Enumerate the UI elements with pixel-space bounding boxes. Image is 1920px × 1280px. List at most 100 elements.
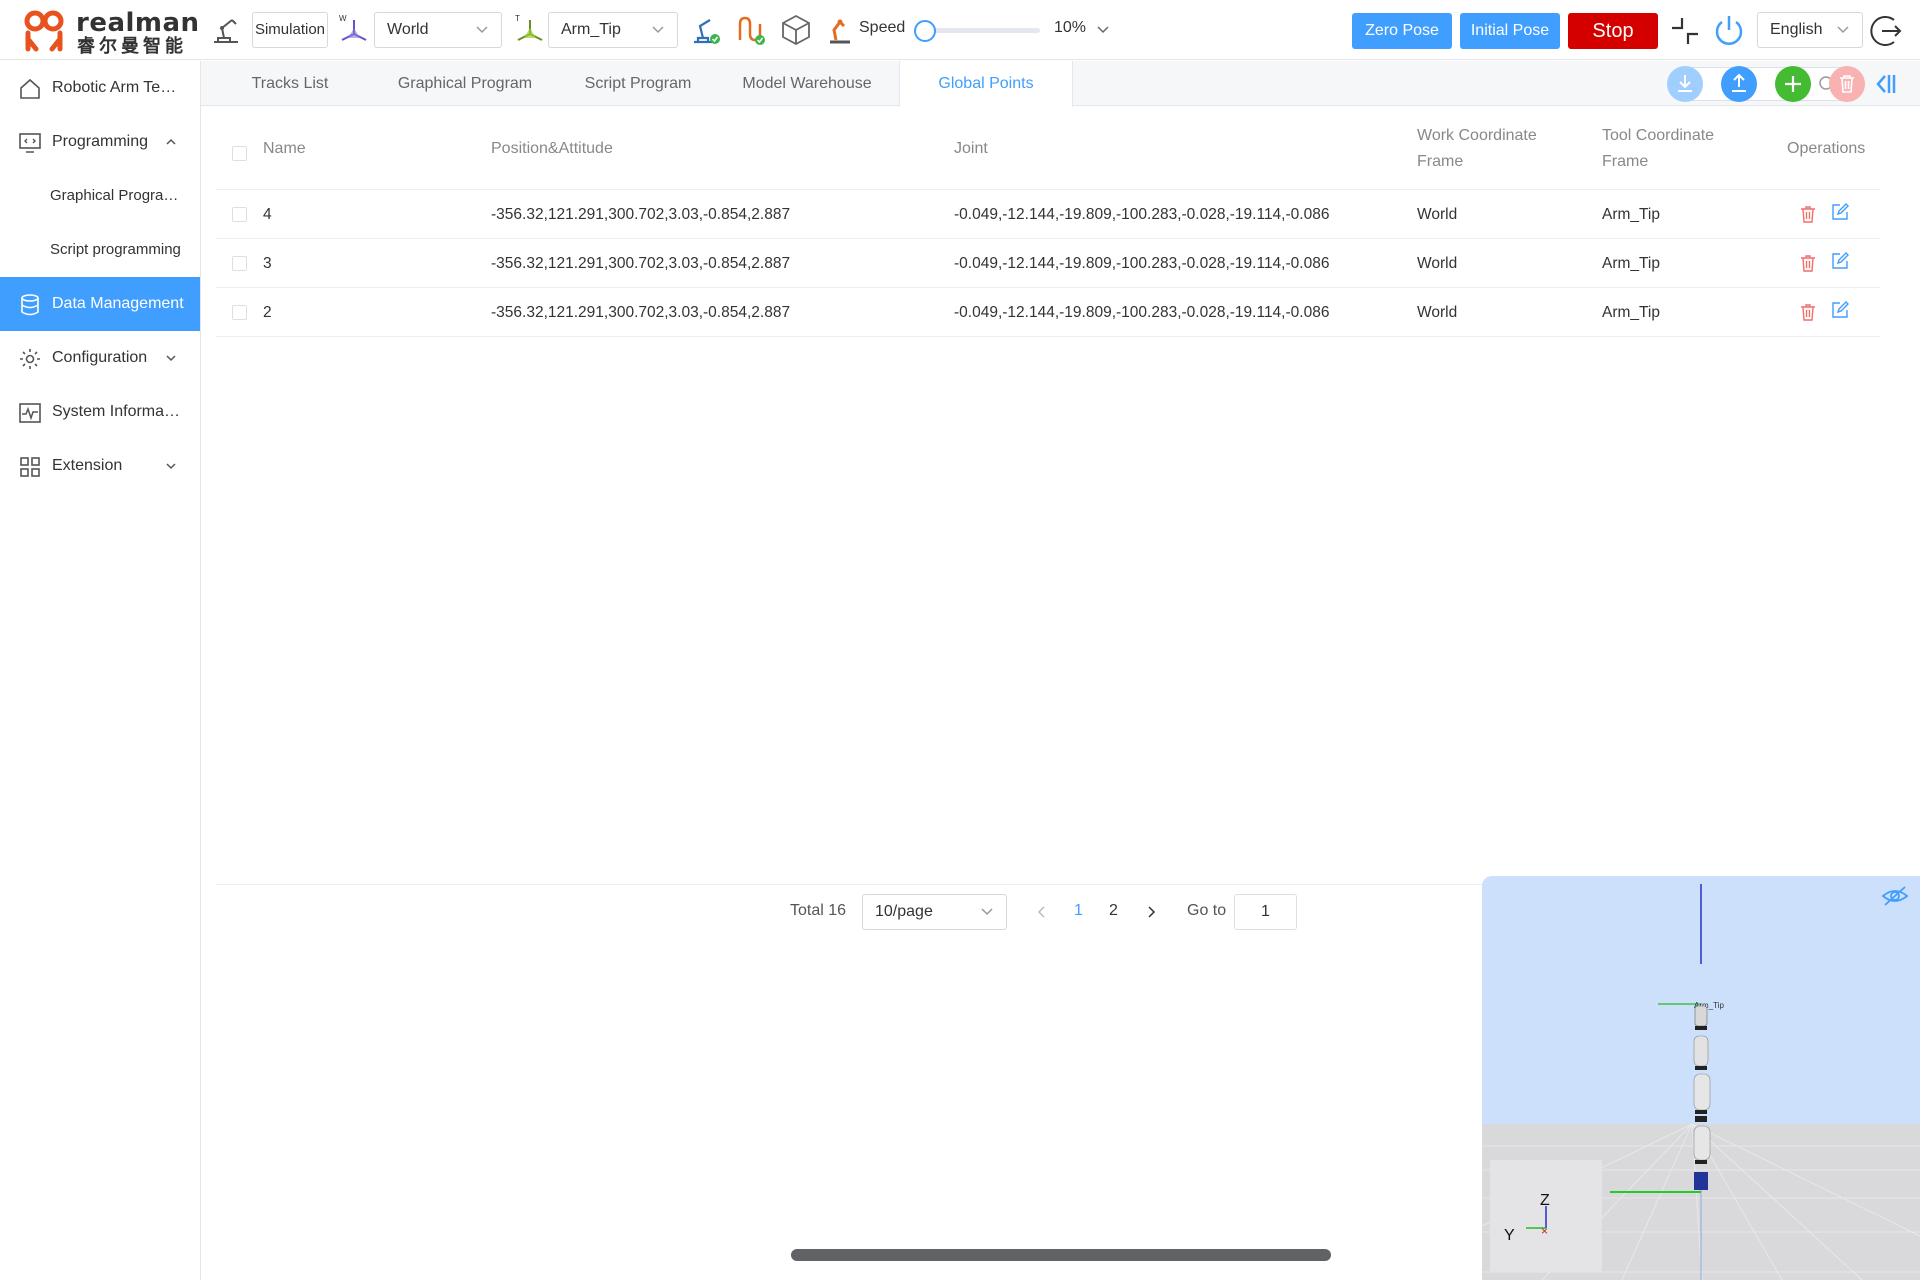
viewer-axis-z: Z xyxy=(1540,1192,1550,1209)
header-work-frame: Work Coordinate Frame xyxy=(1417,123,1537,175)
work-frame-select[interactable]: World xyxy=(374,12,502,48)
speed-value: 10% xyxy=(1054,19,1087,36)
edit-icon[interactable] xyxy=(1830,300,1850,320)
power-icon[interactable] xyxy=(1710,12,1748,50)
page-2[interactable]: 2 xyxy=(1109,902,1118,920)
sidebar-item-label: Data Management xyxy=(52,295,184,312)
tool-frame-icon: T xyxy=(515,14,543,41)
cell-tool-frame: Arm_Tip xyxy=(1602,304,1660,321)
edit-icon[interactable] xyxy=(1830,251,1850,271)
logout-icon[interactable] xyxy=(1870,12,1908,50)
fold-panel-icon[interactable] xyxy=(1873,69,1903,99)
page-size-select[interactable]: 10/page xyxy=(862,894,1007,930)
plus-icon xyxy=(1785,76,1801,92)
initial-pose-button[interactable]: Initial Pose xyxy=(1460,13,1560,49)
download-button[interactable] xyxy=(1667,66,1703,102)
speed-slider-handle[interactable] xyxy=(914,20,936,42)
robot-3d-viewer[interactable]: Arm_Tip Z Y × xyxy=(1482,876,1920,1280)
next-page-icon[interactable] xyxy=(1144,905,1158,919)
tool-frame-value: Arm_Tip xyxy=(561,21,621,38)
sidebar-item-label: Graphical Programming xyxy=(50,187,186,204)
language-value: English xyxy=(1770,21,1823,38)
tab-tracks-list[interactable]: Tracks List xyxy=(215,61,365,106)
mode-select[interactable]: Simulation xyxy=(252,12,328,48)
header-tool-frame: Tool Coordinate Frame xyxy=(1602,123,1714,175)
sidebar-item-label: System Information xyxy=(52,403,184,420)
row-checkbox[interactable] xyxy=(232,305,247,320)
speed-slider[interactable] xyxy=(924,28,1040,33)
table-row[interactable]: 4 -356.32,121.291,300.702,3.03,-0.854,2.… xyxy=(216,190,1880,239)
header-position-attitude: Position&Attitude xyxy=(491,140,613,157)
zero-pose-button[interactable]: Zero Pose xyxy=(1352,13,1452,49)
select-all-checkbox[interactable] xyxy=(232,146,247,161)
goto-page-input[interactable] xyxy=(1234,894,1297,930)
arm-base-icon[interactable] xyxy=(208,12,244,48)
sidebar-item-teaching[interactable]: Robotic Arm Teaching xyxy=(0,61,200,115)
arm-status-icon[interactable] xyxy=(688,12,724,48)
edit-icon[interactable] xyxy=(1830,202,1850,222)
svg-text:×: × xyxy=(1541,1224,1548,1238)
trajectory-icon[interactable] xyxy=(732,12,768,48)
table-header: Name Position&Attitude Joint Work Coordi… xyxy=(216,106,1880,190)
tab-global-points[interactable]: Global Points xyxy=(899,61,1073,107)
chevron-down-icon[interactable] xyxy=(1095,21,1111,37)
tab-script-program[interactable]: Script Program xyxy=(565,61,711,106)
prev-page-icon[interactable] xyxy=(1035,905,1049,919)
add-point-button[interactable] xyxy=(1775,66,1811,102)
cell-name: 2 xyxy=(263,304,272,321)
tab-graphical-program[interactable]: Graphical Program xyxy=(379,61,551,106)
chevron-up-icon xyxy=(166,138,176,145)
page-size-value: 10/page xyxy=(875,903,933,920)
cell-work-frame: World xyxy=(1417,304,1458,321)
sidebar-item-label: Robotic Arm Teaching xyxy=(52,79,184,96)
model-cube-icon[interactable] xyxy=(778,12,814,48)
collapse-icon[interactable] xyxy=(1668,14,1702,48)
row-checkbox[interactable] xyxy=(232,256,247,271)
code-monitor-icon xyxy=(19,133,41,153)
goto-label: Go to xyxy=(1187,902,1227,919)
upload-button[interactable] xyxy=(1721,66,1757,102)
brand-name-cn: 睿尔曼智能 xyxy=(77,36,187,56)
tab-model-warehouse[interactable]: Model Warehouse xyxy=(725,61,889,106)
settings-icon xyxy=(20,349,40,369)
sidebar-item-extension[interactable]: Extension xyxy=(0,439,200,493)
table-row[interactable]: 3 -356.32,121.291,300.702,3.03,-0.854,2.… xyxy=(216,239,1880,288)
sidebar-item-data-management[interactable]: Data Management xyxy=(0,277,200,331)
language-select[interactable]: English xyxy=(1757,12,1863,48)
sidebar-item-programming[interactable]: Programming xyxy=(0,115,200,169)
chevron-down-icon xyxy=(166,355,176,362)
trash-icon xyxy=(1840,75,1854,93)
cell-joint: -0.049,-12.144,-19.809,-100.283,-0.028,-… xyxy=(954,255,1330,272)
delete-icon[interactable] xyxy=(1798,253,1818,273)
cell-name: 4 xyxy=(263,206,272,223)
row-checkbox[interactable] xyxy=(232,207,247,222)
cell-joint: -0.049,-12.144,-19.809,-100.283,-0.028,-… xyxy=(954,206,1330,223)
chevron-down-icon xyxy=(476,26,488,34)
table-row[interactable]: 2 -356.32,121.291,300.702,3.03,-0.854,2.… xyxy=(216,288,1880,337)
cell-work-frame: World xyxy=(1417,206,1458,223)
header-name: Name xyxy=(263,140,306,157)
page-1[interactable]: 1 xyxy=(1074,902,1083,920)
sidebar-item-configuration[interactable]: Configuration xyxy=(0,331,200,385)
delete-icon[interactable] xyxy=(1798,204,1818,224)
hide-viewer-icon[interactable] xyxy=(1880,884,1910,908)
pagination-total: Total 16 xyxy=(790,902,847,919)
delete-selected-button[interactable] xyxy=(1829,66,1865,102)
sidebar-item-script-programming[interactable]: Script programming xyxy=(0,223,200,277)
sidebar-item-label: Script programming xyxy=(50,241,181,258)
sidebar-item-system-information[interactable]: System Information xyxy=(0,385,200,439)
cell-tool-frame: Arm_Tip xyxy=(1602,206,1660,223)
robot-speed-icon xyxy=(830,19,850,44)
home-icon xyxy=(20,78,40,99)
chevron-down-icon xyxy=(166,463,176,470)
stop-button[interactable]: Stop xyxy=(1568,13,1658,49)
delete-icon[interactable] xyxy=(1798,302,1818,322)
header-operations: Operations xyxy=(1787,140,1866,157)
tool-frame-select[interactable]: Arm_Tip xyxy=(548,12,678,48)
sidebar-item-graphical-programming[interactable]: Graphical Programming xyxy=(0,169,200,223)
cell-position-attitude: -356.32,121.291,300.702,3.03,-0.854,2.88… xyxy=(491,255,791,272)
horizontal-scrollbar[interactable] xyxy=(791,1249,1331,1261)
work-frame-value: World xyxy=(387,21,429,38)
tab-bar: Tracks List Graphical Program Script Pro… xyxy=(201,61,1920,107)
svg-text:W: W xyxy=(339,14,347,23)
